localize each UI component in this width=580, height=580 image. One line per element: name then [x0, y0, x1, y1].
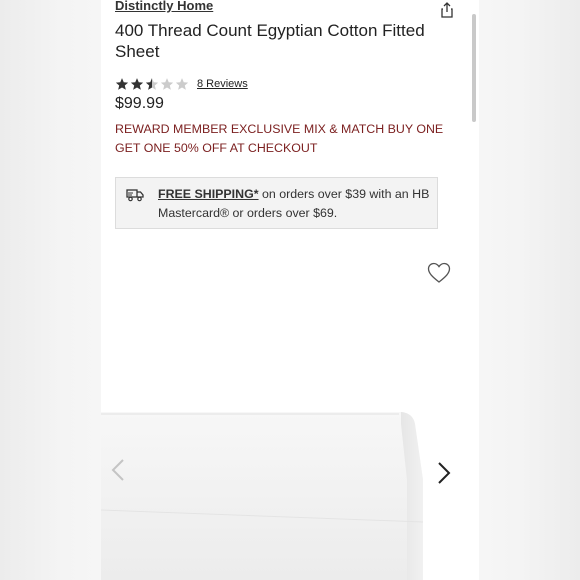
chevron-right-icon[interactable] [437, 461, 451, 485]
product-price: $99.99 [115, 95, 164, 112]
star-icon [130, 78, 144, 90]
star-empty-icon [175, 78, 189, 90]
product-image [101, 410, 479, 580]
brand-link[interactable]: Distinctly Home [115, 0, 213, 13]
shipping-info: FREE SHIPPING* on orders over $39 with a… [115, 177, 438, 229]
background-right [479, 0, 580, 580]
star-half-icon [145, 78, 159, 90]
star-rating [115, 77, 189, 91]
reviews-link[interactable]: 8 Reviews [197, 78, 248, 90]
share-icon[interactable] [439, 2, 455, 18]
product-title: 400 Thread Count Egyptian Cotton Fitted … [115, 21, 425, 61]
promo-banner: REWARD MEMBER EXCLUSIVE MIX & MATCH BUY … [115, 122, 444, 155]
chevron-left-icon[interactable] [111, 458, 125, 482]
heart-icon[interactable] [427, 262, 451, 284]
shipping-text: FREE SHIPPING* on orders over $39 with a… [158, 185, 436, 223]
free-shipping-link[interactable]: FREE SHIPPING* [158, 187, 259, 201]
star-icon [115, 78, 129, 90]
star-empty-icon [160, 78, 174, 90]
scrollbar[interactable] [472, 14, 476, 122]
product-page: Distinctly Home 400 Thread Count Egyptia… [101, 0, 479, 580]
truck-icon [126, 188, 144, 202]
background-left [0, 0, 101, 580]
rating: 8 Reviews [115, 76, 248, 92]
